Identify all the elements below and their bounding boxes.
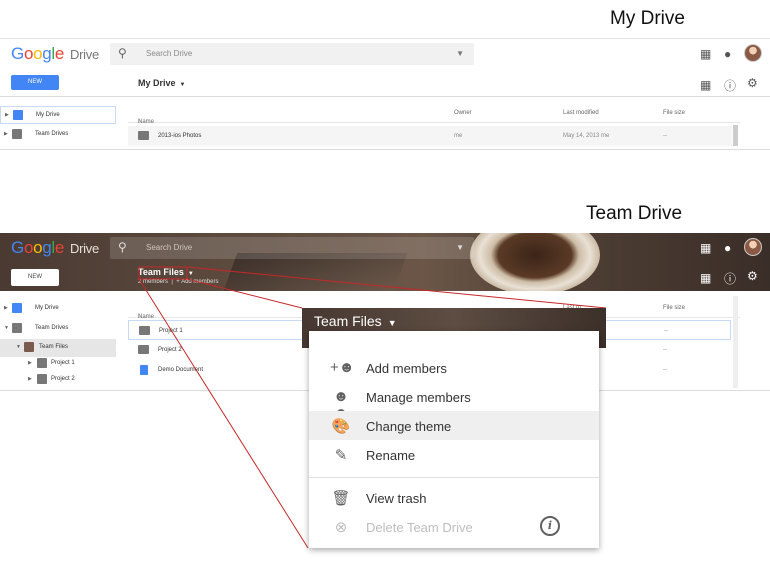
sidebar-item-my-drive[interactable]: ▶ My Drive (0, 300, 116, 318)
search-icon: ⚲ (118, 240, 127, 254)
my-drive-icon (12, 303, 22, 313)
menu-item-delete-team-drive: ⊗ Delete Team Drive i (309, 512, 599, 541)
new-button[interactable]: NEW (11, 75, 59, 90)
trash-icon: 🗑 (331, 490, 351, 507)
expand-icon[interactable]: ▶ (28, 360, 32, 366)
rename-icon: ✎ (334, 447, 348, 464)
bottom-border (0, 149, 770, 150)
chevron-down-icon: ▼ (187, 271, 194, 277)
scrollbar[interactable] (733, 125, 738, 146)
folder-icon (138, 345, 149, 354)
grid-view-icon[interactable]: ▦ (700, 78, 711, 92)
collapse-icon[interactable]: ▼ (4, 325, 9, 331)
search-placeholder: Search Drive (146, 49, 193, 58)
team-drives-icon (12, 129, 22, 139)
google-drive-logo[interactable]: Google Drive (11, 44, 99, 64)
menu-item-view-trash[interactable]: 🗑 View trash (309, 483, 599, 512)
team-drive-menu-zoom: Team Files▼ +☻ Add members ☻☻ Manage mem… (302, 308, 606, 548)
info-icon[interactable]: ⓘ (724, 270, 736, 287)
grid-view-icon[interactable]: ▦ (700, 271, 711, 285)
my-drive-screen: Google Drive ⚲ Search Drive ▼ ▦ ● NEW My … (0, 38, 770, 150)
menu-item-rename[interactable]: ✎ Rename (309, 440, 599, 469)
delete-circle-icon: ⊗ (334, 519, 348, 536)
avatar[interactable] (744, 238, 762, 256)
themed-header: Google Drive ⚲ Search Drive ▼ ▦ ● NEW Tea… (0, 233, 770, 291)
expand-icon[interactable]: ▶ (5, 112, 9, 118)
column-last-modified[interactable]: Last modified (563, 110, 599, 116)
sidebar-item-team-drives[interactable]: ▶ Team Drives (0, 126, 116, 144)
info-icon[interactable]: ⓘ (724, 77, 736, 94)
avatar[interactable] (744, 44, 762, 62)
scrollbar[interactable] (733, 296, 738, 388)
chevron-down-icon: ▼ (179, 82, 186, 88)
menu-separator (309, 477, 599, 478)
top-bar: Google Drive ⚲ Search Drive ▼ ▦ ● (0, 38, 770, 68)
document-icon (140, 365, 148, 375)
folder-icon (138, 131, 149, 140)
sidebar-item-team-drives[interactable]: ▼ Team Drives (0, 320, 116, 338)
sidebar-item-project-2[interactable]: ▶ Project 2 (0, 371, 116, 389)
add-members-icon: +☻ (330, 359, 355, 376)
chevron-down-icon: ▼ (387, 318, 397, 328)
add-members-link[interactable]: + Add members (176, 279, 218, 285)
search-options-dropdown-icon[interactable]: ▼ (456, 243, 464, 252)
expand-icon[interactable]: ▶ (4, 305, 8, 311)
caption-my-drive: My Drive (610, 8, 685, 29)
caption-team-drive: Team Drive (586, 203, 683, 224)
context-menu: +☻ Add members ☻☻ Manage members 🎨 Chang… (309, 331, 599, 548)
folder-icon (37, 358, 47, 368)
team-drive-icon (24, 342, 34, 352)
breadcrumb[interactable]: My Drive ▼ (138, 78, 185, 88)
menu-item-manage-members[interactable]: ☻☻ Manage members (309, 382, 599, 422)
folder-icon (37, 374, 47, 384)
palette-icon: 🎨 (331, 418, 351, 435)
info-icon[interactable]: i (540, 516, 560, 536)
collapse-icon[interactable]: ▼ (16, 344, 21, 350)
column-file-size[interactable]: File size (663, 305, 685, 311)
notifications-icon[interactable]: ● (724, 241, 731, 255)
google-drive-logo[interactable]: Google Drive (11, 238, 99, 258)
expand-icon[interactable]: ▶ (28, 376, 32, 382)
table-row[interactable]: 2013-ios Photos me May 14, 2013 me -- (128, 126, 732, 146)
apps-grid-icon[interactable]: ▦ (700, 241, 711, 255)
coffee-cup-theme-image (470, 233, 600, 291)
notifications-icon[interactable]: ● (724, 47, 731, 61)
search-placeholder: Search Drive (146, 243, 193, 252)
menu-title[interactable]: Team Files ▼ (314, 313, 397, 329)
breadcrumb[interactable]: Team Files ▼ (138, 267, 194, 277)
sort-arrow-up-icon: ↑ (138, 119, 141, 125)
settings-gear-icon[interactable]: ⚙ (747, 269, 758, 283)
my-drive-icon (13, 110, 23, 120)
apps-grid-icon[interactable]: ▦ (700, 47, 711, 61)
search-input[interactable]: ⚲ Search Drive ▼ (110, 237, 474, 259)
column-owner[interactable]: Owner (454, 110, 472, 116)
new-button[interactable]: NEW (11, 269, 59, 286)
search-options-dropdown-icon[interactable]: ▼ (456, 49, 464, 58)
menu-item-add-members[interactable]: +☻ Add members (309, 353, 599, 382)
column-file-size[interactable]: File size (663, 110, 685, 116)
file-list-header: Name ↑ Owner Last modified File size (128, 101, 740, 125)
settings-gear-icon[interactable]: ⚙ (747, 76, 758, 90)
menu-item-change-theme[interactable]: 🎨 Change theme (309, 411, 599, 440)
sidebar-item-my-drive[interactable]: ▶ My Drive (0, 106, 116, 124)
team-drives-icon (12, 323, 22, 333)
expand-icon[interactable]: ▶ (4, 131, 8, 137)
team-members-info: 2 members | + Add members (138, 279, 219, 285)
toolbar-divider (0, 96, 770, 97)
folder-icon (139, 326, 150, 335)
search-input[interactable]: ⚲ Search Drive ▼ (110, 43, 474, 65)
search-icon: ⚲ (118, 46, 127, 60)
